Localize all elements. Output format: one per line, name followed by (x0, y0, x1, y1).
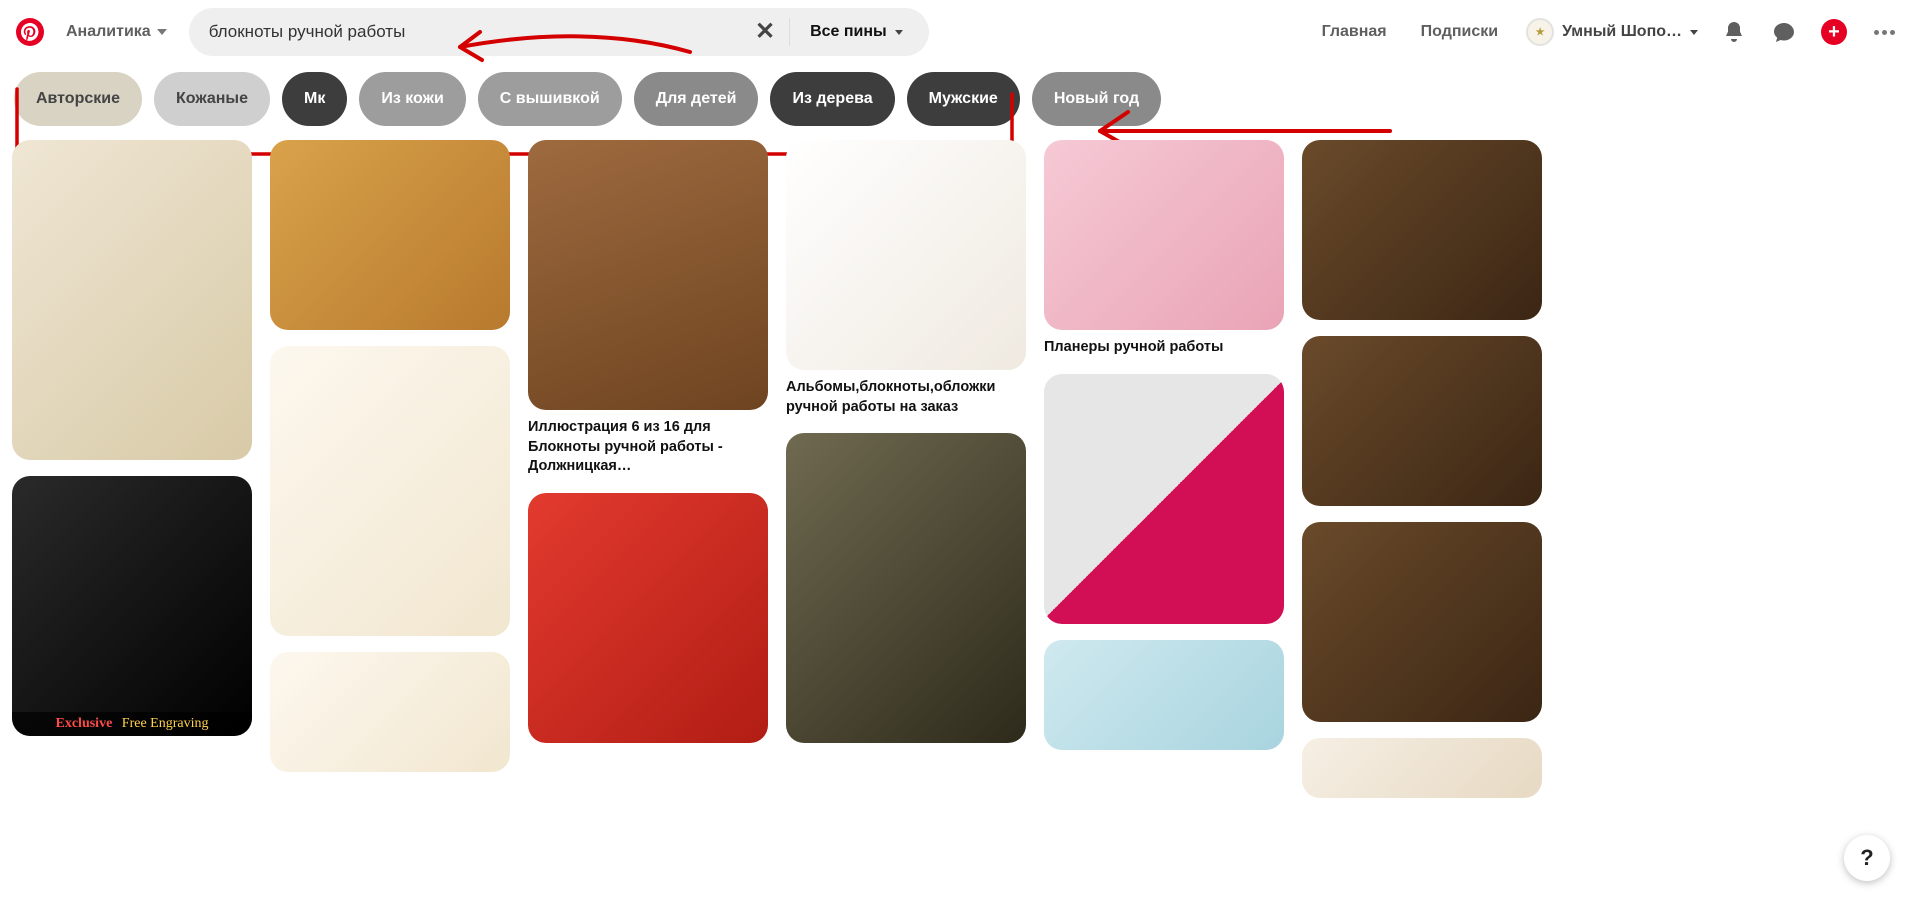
pin-image (1302, 140, 1542, 320)
clear-search-button[interactable]: ✕ (745, 12, 785, 52)
grid-column: Exclusive Free Engraving (12, 140, 252, 736)
nav-subscriptions[interactable]: Подписки (1409, 13, 1510, 51)
pin-card[interactable] (12, 140, 252, 460)
pin-title: Планеры ручной работы (1044, 338, 1284, 358)
pin-card[interactable] (528, 493, 768, 743)
banner-exclusive: Exclusive (56, 716, 113, 731)
pin-card[interactable] (1302, 336, 1542, 506)
pin-image (270, 140, 510, 330)
pin-card[interactable]: Планеры ручной работы (1044, 140, 1284, 358)
pin-card[interactable] (270, 140, 510, 330)
create-button[interactable]: + (1814, 12, 1854, 52)
pin-card[interactable] (1302, 140, 1542, 320)
close-icon: ✕ (755, 20, 775, 44)
pin-image (1044, 640, 1284, 750)
pin-card[interactable]: Иллюстрация 6 из 16 для Блокноты ручной … (528, 140, 768, 477)
pin-image (270, 346, 510, 636)
pinterest-logo[interactable] (16, 18, 44, 46)
nav-home[interactable]: Главная (1310, 13, 1399, 51)
filter-pill[interactable]: Мк (282, 72, 347, 126)
pin-image (1044, 140, 1284, 330)
question-icon: ? (1860, 845, 1873, 871)
chevron-down-icon (1690, 30, 1698, 35)
grid-column: Иллюстрация 6 из 16 для Блокноты ручной … (528, 140, 768, 743)
pin-image (528, 140, 768, 410)
filter-pill[interactable]: Для детей (634, 72, 759, 126)
pin-image: Exclusive Free Engraving (12, 476, 252, 736)
chat-icon (1772, 20, 1796, 44)
filter-pill[interactable]: С вышивкой (478, 72, 622, 126)
messages-button[interactable] (1764, 12, 1804, 52)
pin-card[interactable] (1302, 738, 1542, 798)
help-button[interactable]: ? (1844, 835, 1890, 881)
notifications-button[interactable] (1714, 12, 1754, 52)
analytics-label: Аналитика (66, 23, 151, 41)
pin-card[interactable]: Exclusive Free Engraving (12, 476, 252, 736)
grid-column: Планеры ручной работы (1044, 140, 1284, 750)
filter-pill[interactable]: Авторские (14, 72, 142, 126)
pin-card[interactable] (1044, 374, 1284, 624)
grid-column: Альбомы,блокноты,обложки ручной работы н… (786, 140, 1026, 743)
header: Аналитика ✕ Все пины Главная Подписки ★ … (0, 0, 1920, 64)
dots-icon (1874, 30, 1895, 35)
pin-image (1302, 522, 1542, 722)
user-menu[interactable]: ★ Умный Шопо… (1520, 14, 1704, 50)
pin-image (270, 652, 510, 772)
promo-banner: Exclusive Free Engraving (12, 712, 252, 736)
more-menu-button[interactable] (1864, 12, 1904, 52)
pin-card[interactable] (1302, 522, 1542, 722)
pin-image (1302, 336, 1542, 506)
bell-icon (1722, 20, 1746, 44)
pin-card[interactable]: Альбомы,блокноты,обложки ручной работы н… (786, 140, 1026, 417)
pin-image (1302, 738, 1542, 798)
avatar: ★ (1526, 18, 1554, 46)
search-input[interactable] (207, 21, 745, 43)
pin-image (786, 433, 1026, 743)
user-name-label: Умный Шопо… (1562, 23, 1682, 41)
pin-image (786, 140, 1026, 370)
search-scope-label: Все пины (810, 23, 887, 41)
pin-image (528, 493, 768, 743)
pin-image (12, 140, 252, 460)
chevron-down-icon (895, 30, 903, 35)
pin-card[interactable] (270, 652, 510, 772)
analytics-menu[interactable]: Аналитика (54, 15, 179, 49)
chevron-down-icon (157, 29, 167, 35)
pin-grid: Exclusive Free Engraving Иллюстрация 6 и… (0, 140, 1920, 798)
filter-pill[interactable]: Мужские (907, 72, 1020, 126)
search-bar: ✕ Все пины (189, 8, 929, 56)
pin-card[interactable] (1044, 640, 1284, 750)
filter-pill[interactable]: Новый год (1032, 72, 1161, 126)
divider (789, 18, 790, 46)
filter-pill[interactable]: Из кожи (359, 72, 465, 126)
pinterest-icon (21, 23, 39, 41)
search-scope-dropdown[interactable]: Все пины (794, 23, 919, 41)
pin-title: Иллюстрация 6 из 16 для Блокноты ручной … (528, 418, 768, 477)
grid-column (270, 140, 510, 772)
filter-pill[interactable]: Кожаные (154, 72, 270, 126)
pin-card[interactable] (270, 346, 510, 636)
filter-pill-row: АвторскиеКожаныеМкИз кожиС вышивкойДля д… (0, 64, 1920, 140)
pin-image (1044, 374, 1284, 624)
pin-title: Альбомы,блокноты,обложки ручной работы н… (786, 378, 1026, 417)
filter-pill[interactable]: Из дерева (770, 72, 894, 126)
grid-column (1302, 140, 1542, 798)
banner-text: Free Engraving (122, 716, 209, 731)
plus-icon: + (1821, 19, 1847, 45)
pin-card[interactable] (786, 433, 1026, 743)
